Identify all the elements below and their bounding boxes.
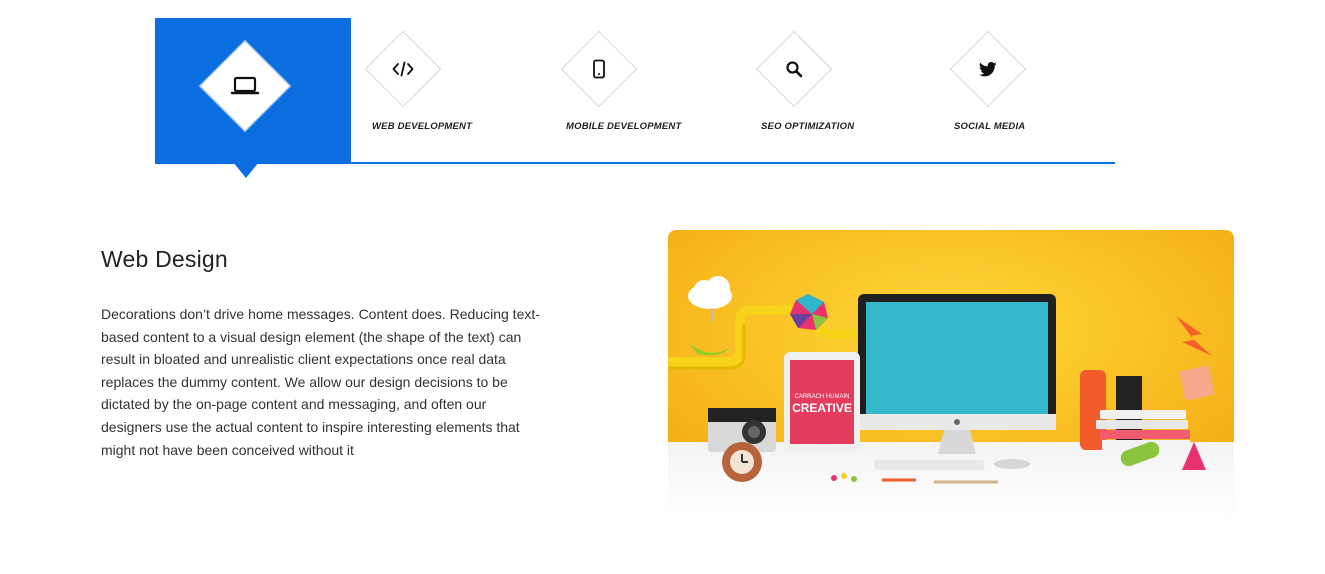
section-title: Web Design <box>101 246 228 272</box>
code-icon <box>376 42 430 96</box>
tab-label: WEB DEVELOPMENT <box>372 121 473 132</box>
tab-mobile-development[interactable]: MOBILE DEVELOPMENT <box>547 18 743 162</box>
service-tabs: WEB DEVELOPMENT MOBILE DEVELOPMENT SEO O… <box>155 18 1115 178</box>
search-icon <box>767 42 821 96</box>
tab-web-design[interactable] <box>155 18 351 178</box>
tab-web-development[interactable]: WEB DEVELOPMENT <box>351 18 547 162</box>
tablet-heading: CREATIVE <box>792 401 852 415</box>
tablet-caption: CARRACH HUMAIN <box>794 394 849 400</box>
laptop-icon <box>213 54 277 118</box>
tab-label: MOBILE DEVELOPMENT <box>566 121 682 132</box>
mobile-icon <box>572 42 626 96</box>
tab-seo-optimization[interactable]: SEO OPTIMIZATION <box>743 18 939 162</box>
tab-label: SEO OPTIMIZATION <box>761 121 855 132</box>
tabs-baseline <box>155 162 1115 164</box>
tab-social-media[interactable]: SOCIAL MEDIA <box>939 18 1115 162</box>
hero-image: CARRACH HUMAIN CREATIVE <box>668 230 1234 516</box>
twitter-icon <box>961 42 1015 96</box>
section-description: Decorations don’t drive home messages. C… <box>101 306 540 458</box>
tab-label: SOCIAL MEDIA <box>954 121 1026 132</box>
active-tab-pointer <box>233 162 259 178</box>
